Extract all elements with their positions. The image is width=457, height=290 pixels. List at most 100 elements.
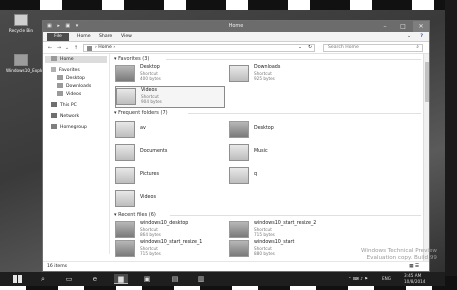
address-dropdown-icon[interactable]: ⌄ (298, 45, 302, 51)
desktop-icon (57, 75, 63, 80)
nav-item-homegroup[interactable]: Homegroup (51, 124, 87, 131)
item-count: 16 items (47, 264, 68, 269)
forward-button[interactable]: → (55, 44, 63, 52)
videos-folder-icon (115, 190, 135, 207)
documents-folder-icon (115, 144, 135, 161)
desktop-folder-icon (229, 121, 249, 138)
windows-logo-icon (12, 275, 22, 283)
tab-file[interactable]: File (47, 33, 69, 41)
tab-view[interactable]: View (117, 33, 136, 41)
frequent-folder-q[interactable]: q (229, 166, 339, 188)
app-taskbar-icon[interactable]: ▤ (168, 274, 182, 284)
section-header-favorites[interactable]: ▾ Favorites (3) (114, 56, 421, 63)
computer-icon (51, 102, 57, 107)
view-toggle-icons[interactable]: ▦ ☰ (409, 262, 419, 272)
vertical-scrollbar[interactable] (423, 54, 429, 262)
clock-date[interactable]: 10/8/2014 (404, 279, 425, 284)
favorite-tile-videos[interactable]: Videos Shortcut 904 bytes (115, 86, 225, 108)
status-bar: 16 items ▦ ☰ (43, 261, 429, 271)
folder-icon (115, 121, 135, 138)
nav-item-downloads[interactable]: Downloads (57, 83, 91, 90)
minimize-button[interactable]: – (377, 21, 393, 32)
desktop-icon-label: Recycle Bin (8, 28, 34, 33)
close-button[interactable]: ✕ (413, 21, 429, 32)
title-bar[interactable]: ▣ ▸ ▣ ▾ Home – □ ✕ (43, 21, 429, 32)
file-explorer-window: ▣ ▸ ▣ ▾ Home – □ ✕ File Home Share View … (42, 20, 430, 272)
address-path: › Home › (95, 45, 116, 50)
tab-home[interactable]: Home (73, 33, 95, 41)
watermark-line-2: Evaluation copy. Build 99 (366, 255, 437, 261)
ribbon-expand-icon[interactable]: ⌄ (403, 33, 415, 41)
scrollbar-thumb[interactable] (425, 62, 429, 102)
window-title: Home (228, 23, 244, 29)
search-placeholder: Search Home (328, 45, 359, 50)
photo-frame-right (445, 0, 457, 290)
start-button[interactable] (10, 274, 24, 284)
search-input[interactable]: Search Home ⌕ (323, 44, 423, 52)
address-bar[interactable]: › Home › ⌄ ↻ (83, 44, 315, 52)
desktop-icon-explorer[interactable]: Windows10_Explorer (6, 54, 50, 73)
clock-time[interactable]: 3:45 AM (404, 273, 421, 278)
refresh-icon[interactable]: ↻ (308, 45, 312, 51)
desktop-icon-recycle-bin[interactable]: Recycle Bin (6, 14, 36, 33)
ribbon-tabs: File Home Share View ⌄ ? (43, 32, 429, 42)
image-file-icon (229, 221, 249, 238)
task-view-icon[interactable]: ▭ (62, 274, 76, 284)
address-toolbar: ← → ⌄ ↑ › Home › ⌄ ↻ Search Home ⌕ (43, 42, 429, 54)
videos-folder-icon (116, 88, 136, 105)
desktop-shortcut-icon (115, 65, 135, 82)
file-explorer-taskbar-icon[interactable]: ▆ (114, 274, 128, 284)
nav-item-desktop[interactable]: Desktop (57, 75, 85, 82)
nav-item-network[interactable]: Network (51, 113, 79, 120)
recent-file-windows10-start[interactable]: windows10_start Shortcut 880 bytes (229, 239, 339, 261)
help-icon[interactable]: ? (416, 33, 427, 41)
explorer-shortcut-icon (14, 54, 28, 66)
section-header-frequent[interactable]: ▾ Frequent folders (7) (114, 110, 421, 117)
image-file-icon (115, 240, 135, 257)
store-icon[interactable]: ▣ (140, 274, 154, 284)
folder-icon (229, 167, 249, 184)
recent-locations-icon[interactable]: ⌄ (64, 44, 70, 52)
downloads-folder-icon (229, 65, 249, 82)
videos-icon (57, 91, 63, 96)
downloads-icon (57, 83, 63, 88)
nav-item-this-pc[interactable]: This PC (51, 102, 77, 109)
taskbar: ⌕ ▭ e ▆ ▣ ▤ ▥ ⌃ ⌨ ♪ ⚑ ENG 3:45 AM 10/8/2… (0, 272, 445, 286)
recycle-bin-icon (14, 14, 28, 26)
frequent-folder-documents[interactable]: Documents (115, 143, 225, 165)
language-indicator[interactable]: ENG (382, 276, 391, 281)
home-icon (51, 56, 57, 61)
favorite-tile-desktop[interactable]: Desktop Shortcut 400 bytes (115, 64, 225, 86)
maximize-button[interactable]: □ (395, 21, 411, 32)
pictures-folder-icon (115, 167, 135, 184)
system-tray-icons[interactable]: ⌃ ⌨ ♪ ⚑ (348, 276, 368, 281)
desktop: Recycle Bin Windows10_Explorer ▣ ▸ ▣ ▾ H… (0, 10, 445, 286)
app-taskbar-icon-2[interactable]: ▥ (194, 274, 208, 284)
nav-item-videos[interactable]: Videos (57, 91, 81, 98)
tab-share[interactable]: Share (95, 33, 116, 41)
up-button[interactable]: ↑ (72, 44, 80, 52)
nav-item-favorites[interactable]: Favorites (51, 67, 80, 74)
favorite-tile-downloads[interactable]: Downloads Shortcut 925 bytes (229, 64, 339, 86)
homegroup-icon (51, 124, 57, 129)
internet-explorer-icon[interactable]: e (88, 274, 102, 284)
network-icon (51, 113, 57, 118)
search-icon: ⌕ (416, 45, 419, 50)
frequent-folder-videos[interactable]: Videos (115, 189, 225, 211)
content-pane: ▾ Favorites (3) Desktop Shortcut 400 byt… (111, 54, 429, 257)
image-file-icon (115, 221, 135, 238)
frequent-folder-av[interactable]: av (115, 120, 225, 142)
home-icon (87, 45, 92, 51)
back-button[interactable]: ← (46, 44, 54, 52)
frequent-folder-desktop[interactable]: Desktop (229, 120, 339, 142)
section-header-recent[interactable]: ▾ Recent files (6) (114, 212, 421, 219)
frequent-folder-pictures[interactable]: Pictures (115, 166, 225, 188)
recent-file-windows10-start-resize-1[interactable]: windows10_start_resize_1 Shortcut 715 byte… (115, 239, 225, 261)
search-icon[interactable]: ⌕ (36, 274, 50, 284)
star-icon (51, 67, 56, 72)
watermark-line-1: Windows Technical Preview (361, 248, 437, 254)
nav-item-home[interactable]: Home (45, 56, 107, 63)
frequent-folder-music[interactable]: Music (229, 143, 339, 165)
photo-frame-top (0, 0, 457, 10)
navigation-pane: Home Favorites Desktop Downloads Videos … (43, 54, 110, 254)
